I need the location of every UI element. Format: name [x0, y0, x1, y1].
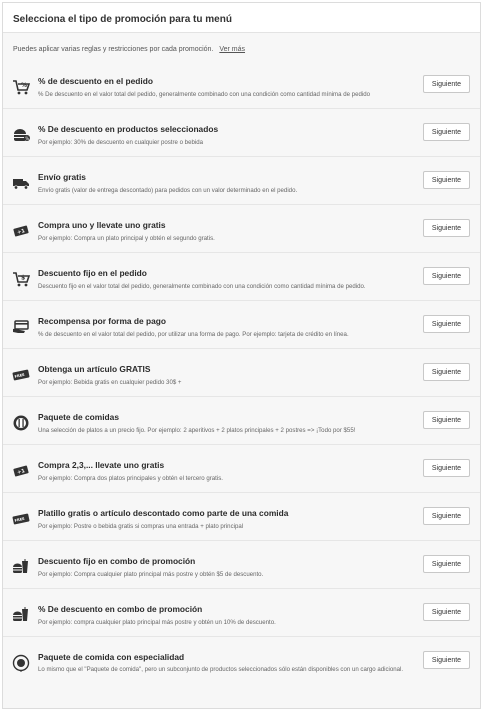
next-button[interactable]: Siguiente [423, 123, 470, 141]
promotion-title: Obtenga un artículo GRATIS [38, 364, 151, 374]
next-button[interactable]: Siguiente [423, 555, 470, 573]
plus-one-ticket-icon: +1 [12, 462, 30, 480]
card-hand-icon [12, 318, 30, 336]
promotion-row: +1 Compra uno y llevate uno gratis Por eje… [3, 205, 480, 253]
intro-text-container: Puedes aplicar varias reglas y restricci… [3, 33, 480, 61]
next-button[interactable]: Siguiente [423, 315, 470, 333]
next-button[interactable]: Siguiente [423, 459, 470, 477]
promotion-row: Envío gratis Envío gratis (valor de entre… [3, 157, 480, 205]
promotion-list: % % de descuento en el pedido % De descuen… [3, 61, 480, 695]
promotion-description: Descuento fijo en el valor total del ped… [38, 283, 366, 290]
promotion-row: FREE Obtenga un artículo GRATIS Por ejempl… [3, 349, 480, 397]
promotion-row: % De descuento en combo de promoción Por … [3, 589, 480, 637]
promotion-title: Compra 2,3,... llevate uno gratis [38, 460, 165, 470]
promotion-type-panel: Selecciona el tipo de promoción para tu … [2, 2, 481, 709]
next-button[interactable]: Siguiente [423, 507, 470, 525]
next-button[interactable]: Siguiente [423, 651, 470, 669]
promotion-title: Envío gratis [38, 172, 86, 182]
promotion-row: FREE Platillo gratis o artículo descontad… [3, 493, 480, 541]
svg-text:%: % [21, 82, 27, 89]
promotion-row: Recompensa por forma de pago % de descuen… [3, 301, 480, 349]
promotion-title: Compra uno y llevate uno gratis [38, 220, 166, 230]
next-button[interactable]: Siguiente [423, 75, 470, 93]
promotion-title: Descuento fijo en combo de promoción [38, 556, 196, 566]
free-ticket-icon: FREE [12, 366, 30, 384]
promotion-row: % % De descuento en productos seleccionad… [3, 109, 480, 157]
promotion-row: +1 Compra 2,3,... llevate uno gratis Por e… [3, 445, 480, 493]
promotion-row: Paquete de comida con especialidad Lo mis… [3, 637, 480, 695]
promotion-description: Lo mismo que el "Paquete de comida", per… [38, 666, 404, 673]
cart-percent-icon: % [12, 78, 30, 96]
combo-drink-icon [12, 606, 30, 624]
next-button[interactable]: Siguiente [423, 603, 470, 621]
promotion-description: % de descuento en el valor total del ped… [38, 331, 349, 338]
promotion-row: % % de descuento en el pedido % De descuen… [3, 61, 480, 109]
plus-one-ticket-icon: +1 [12, 222, 30, 240]
free-ticket-icon: FREE [12, 510, 30, 528]
svg-text:%: % [25, 136, 29, 141]
next-button[interactable]: Siguiente [423, 171, 470, 189]
promotion-description: Por ejemplo: Compra cualquier plato prin… [38, 571, 264, 578]
plate-cutlery-icon [12, 414, 30, 432]
promotion-title: % De descuento en combo de promoción [38, 604, 203, 614]
promotion-row: $ Descuento fijo en el pedido Descuento fi… [3, 253, 480, 301]
next-button[interactable]: Siguiente [423, 363, 470, 381]
burger-percent-icon: % [12, 126, 30, 144]
promotion-title: % de descuento en el pedido [38, 76, 153, 86]
promotion-row: Descuento fijo en combo de promoción Por … [3, 541, 480, 589]
promotion-description: % De descuento en el valor total del ped… [38, 91, 370, 98]
next-button[interactable]: Siguiente [423, 267, 470, 285]
promotion-title: Paquete de comidas [38, 412, 119, 422]
promotion-description: Por ejemplo: Compra dos platos principal… [38, 475, 223, 482]
promotion-title: Descuento fijo en el pedido [38, 268, 147, 278]
next-button[interactable]: Siguiente [423, 219, 470, 237]
promotion-description: Una selección de platos a un precio fijo… [38, 427, 356, 434]
special-meal-icon [12, 654, 30, 672]
promotion-description: Envío gratis (valor de entrega descontad… [38, 187, 298, 194]
intro-text: Puedes aplicar varias reglas y restricci… [13, 46, 214, 53]
combo-drink-icon [12, 558, 30, 576]
promotion-title: Platillo gratis o artículo descontado co… [38, 508, 289, 518]
promotion-title: % De descuento en productos seleccionado… [38, 124, 219, 134]
next-button[interactable]: Siguiente [423, 411, 470, 429]
promotion-description: Por ejemplo: compra cualquier plato prin… [38, 619, 276, 626]
promotion-description: Por ejemplo: Bebida gratis en cualquier … [38, 379, 182, 386]
delivery-truck-icon [12, 174, 30, 192]
promotion-description: Por ejemplo: 30% de descuento en cualqui… [38, 139, 203, 146]
panel-title: Selecciona el tipo de promoción para tu … [3, 3, 480, 33]
promotion-description: Por ejemplo: Postre o bebida gratis si c… [38, 523, 244, 530]
svg-text:$: $ [21, 275, 25, 282]
promotion-description: Por ejemplo: Compra un plato principal y… [38, 235, 215, 242]
promotion-title: Paquete de comida con especialidad [38, 652, 185, 662]
see-more-link[interactable]: Ver más [219, 46, 245, 53]
cart-dollar-icon: $ [12, 270, 30, 288]
promotion-row: Paquete de comidas Una selección de plato… [3, 397, 480, 445]
promotion-title: Recompensa por forma de pago [38, 316, 166, 326]
